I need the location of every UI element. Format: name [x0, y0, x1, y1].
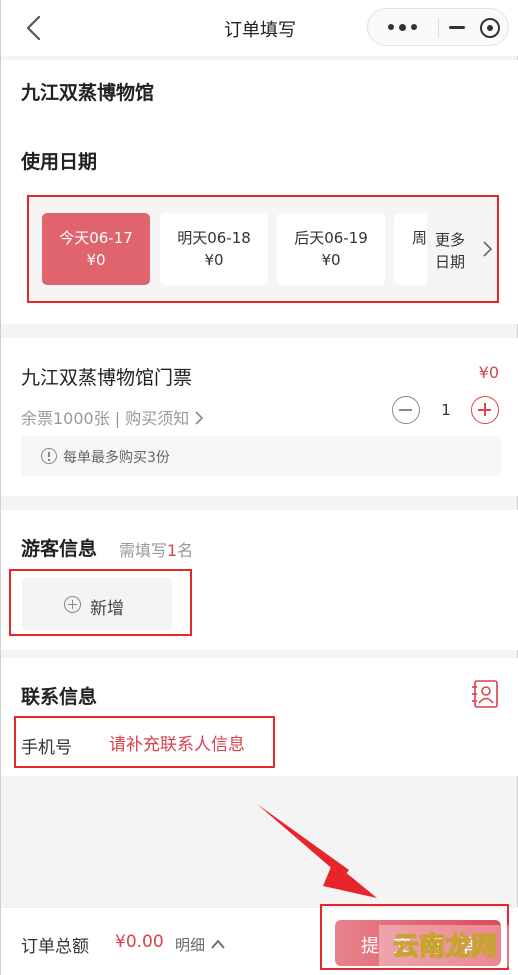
date-label: 后天06-19 — [294, 229, 368, 247]
add-visitor-button[interactable]: 新增 — [22, 578, 172, 630]
contact-book-button[interactable] — [471, 679, 499, 709]
date-section-title: 使用日期 — [21, 151, 98, 173]
submit-order-button[interactable]: 提交订单 — [335, 920, 501, 966]
quantity-value: 1 — [441, 401, 451, 419]
chevron-up-icon — [211, 939, 225, 949]
close-program-button[interactable] — [474, 9, 509, 47]
date-label: 周 — [412, 229, 427, 247]
contact-card-icon — [472, 680, 498, 708]
ticket-name: 九江双蒸博物馆门票 — [21, 367, 193, 389]
visitor-section-title: 游客信息 — [21, 538, 98, 560]
phone-input[interactable]: 请补充联系人信息 — [109, 730, 309, 755]
plus-circle-icon — [64, 596, 81, 613]
detail-label: 明细 — [175, 936, 206, 954]
visitor-count: 1 — [167, 541, 178, 560]
info-icon — [41, 448, 57, 464]
date-selector: 今天06-17 ¥0 明天06-18 ¥0 后天06-19 ¥0 周 更多 日期 — [27, 195, 499, 303]
contact-card — [1, 658, 518, 776]
museum-card: 九江双蒸博物馆 — [1, 60, 518, 124]
more-button[interactable] — [368, 9, 438, 47]
bottom-bar: 订单总额 ¥0.00 明细 提交订单 — [1, 907, 518, 975]
date-price: ¥0 — [321, 251, 341, 269]
add-visitor-label: 新增 — [90, 599, 124, 619]
more-dates-button[interactable]: 更多 日期 — [427, 213, 499, 285]
date-label: 今天06-17 — [59, 229, 133, 247]
date-option-today[interactable]: 今天06-17 ¥0 — [42, 213, 150, 285]
ticket-stock-link[interactable]: 余票1000张 | 购买须知 — [21, 405, 204, 429]
order-total-label: 订单总额 — [21, 937, 89, 957]
chevron-left-icon — [26, 15, 41, 41]
date-price: ¥0 — [86, 251, 106, 269]
minimize-button[interactable] — [439, 9, 474, 47]
more-dates-label-2: 日期 — [435, 253, 466, 271]
visitor-requirement: 需填写1名 — [119, 537, 193, 561]
chevron-right-icon — [483, 241, 493, 257]
order-total-value: ¥0.00 — [115, 932, 164, 952]
date-price: ¥0 — [204, 251, 224, 269]
annotation-arrow — [257, 804, 377, 898]
phone-frame: 订单填写 九江双蒸博物馆 使用日期 今天06-17 ¥0 明天06-18 ¥0 … — [0, 0, 518, 975]
ticket-stock-text: 余票1000张 | 购买须知 — [21, 409, 190, 428]
visitor-sub-suffix: 名 — [177, 541, 194, 560]
date-label: 明天06-18 — [177, 229, 251, 247]
date-option-day-after[interactable]: 后天06-19 ¥0 — [277, 213, 385, 285]
quantity-increase-button[interactable] — [471, 396, 499, 424]
ticket-price: ¥0 — [478, 363, 499, 382]
date-option-tomorrow[interactable]: 明天06-18 ¥0 — [160, 213, 268, 285]
notice-text: 每单最多购买3份 — [63, 450, 170, 466]
chevron-right-icon — [195, 411, 204, 425]
purchase-limit-notice: 每单最多购买3份 — [21, 436, 501, 476]
phone-label: 手机号 — [21, 738, 72, 758]
museum-title: 九江双蒸博物馆 — [21, 82, 155, 104]
price-detail-toggle[interactable]: 明细 — [175, 934, 226, 955]
contact-section-title: 联系信息 — [21, 686, 98, 708]
date-option-partial[interactable]: 周 — [394, 213, 427, 285]
navigation-bar: 订单填写 — [1, 0, 518, 56]
more-dates-label-1: 更多 — [435, 231, 466, 249]
mini-program-capsule — [367, 8, 509, 46]
visitor-sub-prefix: 需填写 — [119, 541, 168, 560]
back-button[interactable] — [19, 14, 49, 42]
submit-label: 提交订单 — [361, 936, 489, 957]
quantity-decrease-button[interactable] — [392, 396, 420, 424]
